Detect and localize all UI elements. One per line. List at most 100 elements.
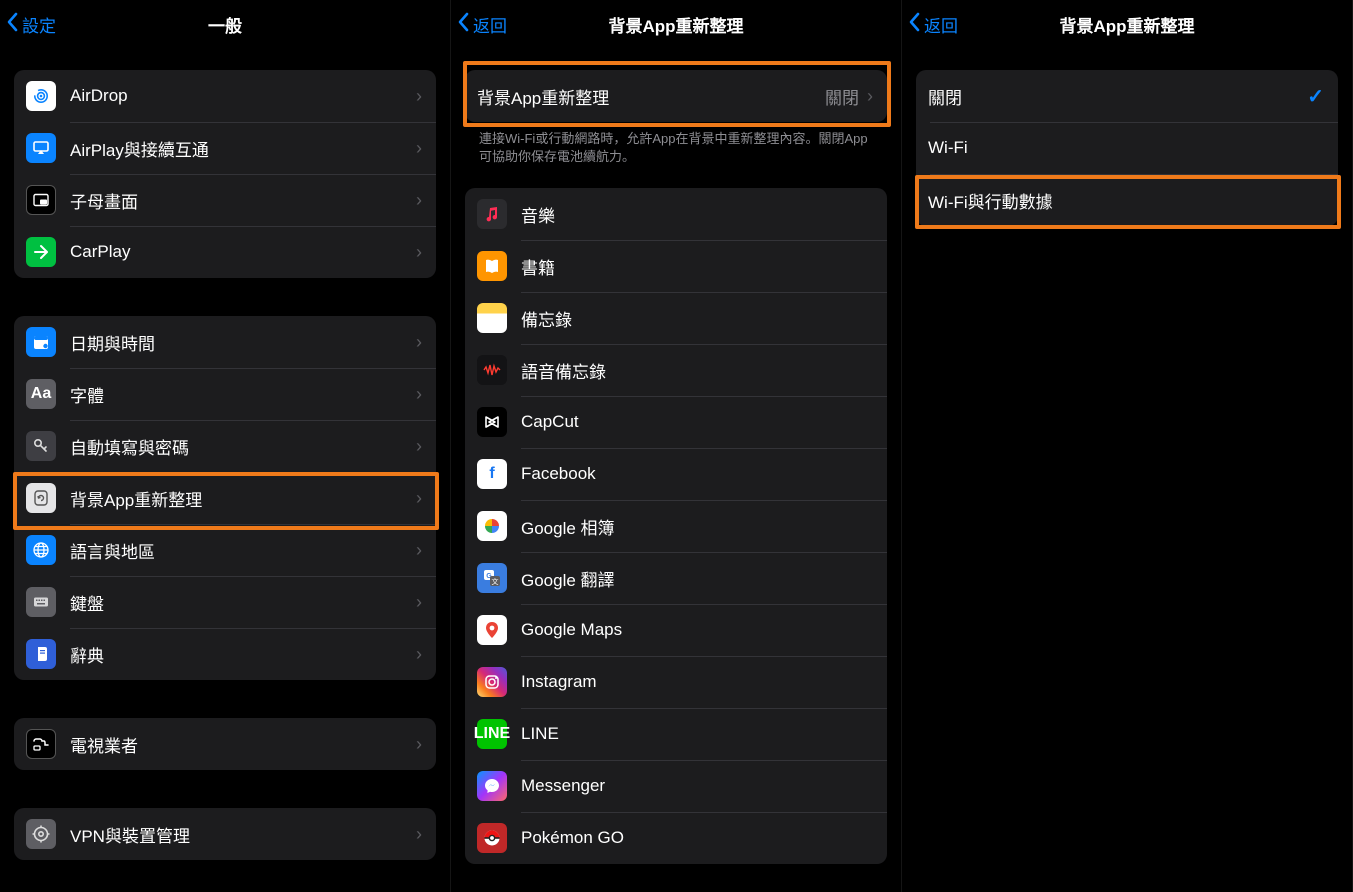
row-value: 關閉 bbox=[825, 84, 859, 109]
row-label: 語言與地區 bbox=[70, 538, 416, 563]
row-vpn[interactable]: VPN與裝置管理 › bbox=[14, 808, 436, 860]
row-label: 書籍 bbox=[521, 254, 873, 279]
google-translate-icon: G文 bbox=[477, 563, 507, 593]
row-label: 字體 bbox=[70, 382, 416, 407]
tv-cable-icon bbox=[26, 729, 56, 759]
back-button[interactable]: 返回 bbox=[908, 0, 958, 48]
row-app-books[interactable]: 書籍 bbox=[465, 240, 887, 292]
chevron-right-icon: › bbox=[416, 436, 422, 457]
chevron-right-icon: › bbox=[416, 384, 422, 405]
row-label: Wi-Fi與行動數據 bbox=[928, 188, 1324, 213]
calendar-icon bbox=[26, 327, 56, 357]
chevron-right-icon: › bbox=[416, 86, 422, 107]
book-icon bbox=[26, 639, 56, 669]
row-airplay[interactable]: AirPlay與接續互通 › bbox=[14, 122, 436, 174]
chevron-right-icon: › bbox=[416, 138, 422, 159]
navbar: 返回 背景App重新整理 bbox=[451, 0, 901, 48]
back-button[interactable]: 設定 bbox=[6, 0, 56, 48]
row-label: 背景App重新整理 bbox=[70, 486, 416, 511]
row-app-gmaps[interactable]: Google Maps bbox=[465, 604, 887, 656]
back-label: 返回 bbox=[473, 12, 507, 37]
refresh-icon bbox=[26, 483, 56, 513]
voice-memo-icon bbox=[477, 355, 507, 385]
check-icon: ✓ bbox=[1307, 84, 1324, 109]
pip-icon bbox=[26, 185, 56, 215]
row-label: Google Maps bbox=[521, 620, 873, 640]
option-wifi-cellular[interactable]: Wi-Fi與行動數據 bbox=[916, 174, 1338, 226]
chevron-right-icon: › bbox=[416, 824, 422, 845]
group-2: 日期與時間 › Aa 字體 › 自動填寫與密碼 › 背景App重新整理 › 語言… bbox=[14, 316, 436, 680]
back-button[interactable]: 返回 bbox=[457, 0, 507, 48]
notes-icon bbox=[477, 303, 507, 333]
google-maps-icon bbox=[477, 615, 507, 645]
row-app-pokemon[interactable]: Pokémon GO bbox=[465, 812, 887, 864]
row-label: 電視業者 bbox=[70, 732, 416, 757]
row-label: 備忘錄 bbox=[521, 306, 873, 331]
row-label: Messenger bbox=[521, 776, 873, 796]
row-bg-app-refresh[interactable]: 背景App重新整理 › bbox=[14, 472, 436, 524]
row-airdrop[interactable]: AirDrop › bbox=[14, 70, 436, 122]
row-label: CapCut bbox=[521, 412, 873, 432]
row-pip[interactable]: 子母畫面 › bbox=[14, 174, 436, 226]
books-icon bbox=[477, 251, 507, 281]
chevron-left-icon bbox=[908, 12, 920, 37]
row-app-capcut[interactable]: CapCut bbox=[465, 396, 887, 448]
back-label: 設定 bbox=[22, 12, 56, 37]
setting-group: 背景App重新整理 關閉 › bbox=[465, 70, 887, 122]
row-tv-provider[interactable]: 電視業者 › bbox=[14, 718, 436, 770]
row-app-music[interactable]: 音樂 bbox=[465, 188, 887, 240]
row-app-line[interactable]: LINE LINE bbox=[465, 708, 887, 760]
capcut-icon bbox=[477, 407, 507, 437]
chevron-right-icon: › bbox=[416, 332, 422, 353]
option-wifi[interactable]: Wi-Fi bbox=[916, 122, 1338, 174]
row-app-notes[interactable]: 備忘錄 bbox=[465, 292, 887, 344]
row-carplay[interactable]: CarPlay › bbox=[14, 226, 436, 278]
chevron-right-icon: › bbox=[416, 488, 422, 509]
airplay-icon bbox=[26, 133, 56, 163]
chevron-right-icon: › bbox=[416, 242, 422, 263]
key-icon bbox=[26, 431, 56, 461]
nav-title: 背景App重新整理 bbox=[1059, 12, 1194, 37]
row-language[interactable]: 語言與地區 › bbox=[14, 524, 436, 576]
group-3: 電視業者 › bbox=[14, 718, 436, 770]
row-label: 鍵盤 bbox=[70, 590, 416, 615]
chevron-left-icon bbox=[457, 12, 469, 37]
chevron-right-icon: › bbox=[416, 540, 422, 561]
chevron-right-icon: › bbox=[867, 86, 873, 107]
row-autofill[interactable]: 自動填寫與密碼 › bbox=[14, 420, 436, 472]
carplay-icon bbox=[26, 237, 56, 267]
row-label: Instagram bbox=[521, 672, 873, 692]
chevron-right-icon: › bbox=[416, 734, 422, 755]
row-keyboard[interactable]: 鍵盤 › bbox=[14, 576, 436, 628]
row-label: Google 相簿 bbox=[521, 514, 873, 539]
row-label: CarPlay bbox=[70, 242, 416, 262]
row-label: Facebook bbox=[521, 464, 873, 484]
group-1: AirDrop › AirPlay與接續互通 › 子母畫面 › CarPlay … bbox=[14, 70, 436, 278]
option-off[interactable]: 關閉 ✓ bbox=[916, 70, 1338, 122]
row-app-facebook[interactable]: f Facebook bbox=[465, 448, 887, 500]
row-label: LINE bbox=[521, 724, 873, 744]
row-label: 關閉 bbox=[928, 84, 1307, 109]
row-app-messenger[interactable]: Messenger bbox=[465, 760, 887, 812]
google-photos-icon bbox=[477, 511, 507, 541]
row-label: 子母畫面 bbox=[70, 188, 416, 213]
chevron-right-icon: › bbox=[416, 190, 422, 211]
row-label: Google 翻譯 bbox=[521, 566, 873, 591]
row-font[interactable]: Aa 字體 › bbox=[14, 368, 436, 420]
row-date[interactable]: 日期與時間 › bbox=[14, 316, 436, 368]
back-label: 返回 bbox=[924, 12, 958, 37]
globe-icon bbox=[26, 535, 56, 565]
row-app-gphotos[interactable]: Google 相簿 bbox=[465, 500, 887, 552]
chevron-left-icon bbox=[6, 12, 18, 37]
instagram-icon bbox=[477, 667, 507, 697]
row-bg-refresh-setting[interactable]: 背景App重新整理 關閉 › bbox=[465, 70, 887, 122]
row-label: 辭典 bbox=[70, 642, 416, 667]
row-dictionary[interactable]: 辭典 › bbox=[14, 628, 436, 680]
row-app-gtranslate[interactable]: G文 Google 翻譯 bbox=[465, 552, 887, 604]
row-app-voicememo[interactable]: 語音備忘錄 bbox=[465, 344, 887, 396]
row-app-instagram[interactable]: Instagram bbox=[465, 656, 887, 708]
music-icon bbox=[477, 199, 507, 229]
row-label: VPN與裝置管理 bbox=[70, 822, 416, 847]
messenger-icon bbox=[477, 771, 507, 801]
group-4: VPN與裝置管理 › bbox=[14, 808, 436, 860]
